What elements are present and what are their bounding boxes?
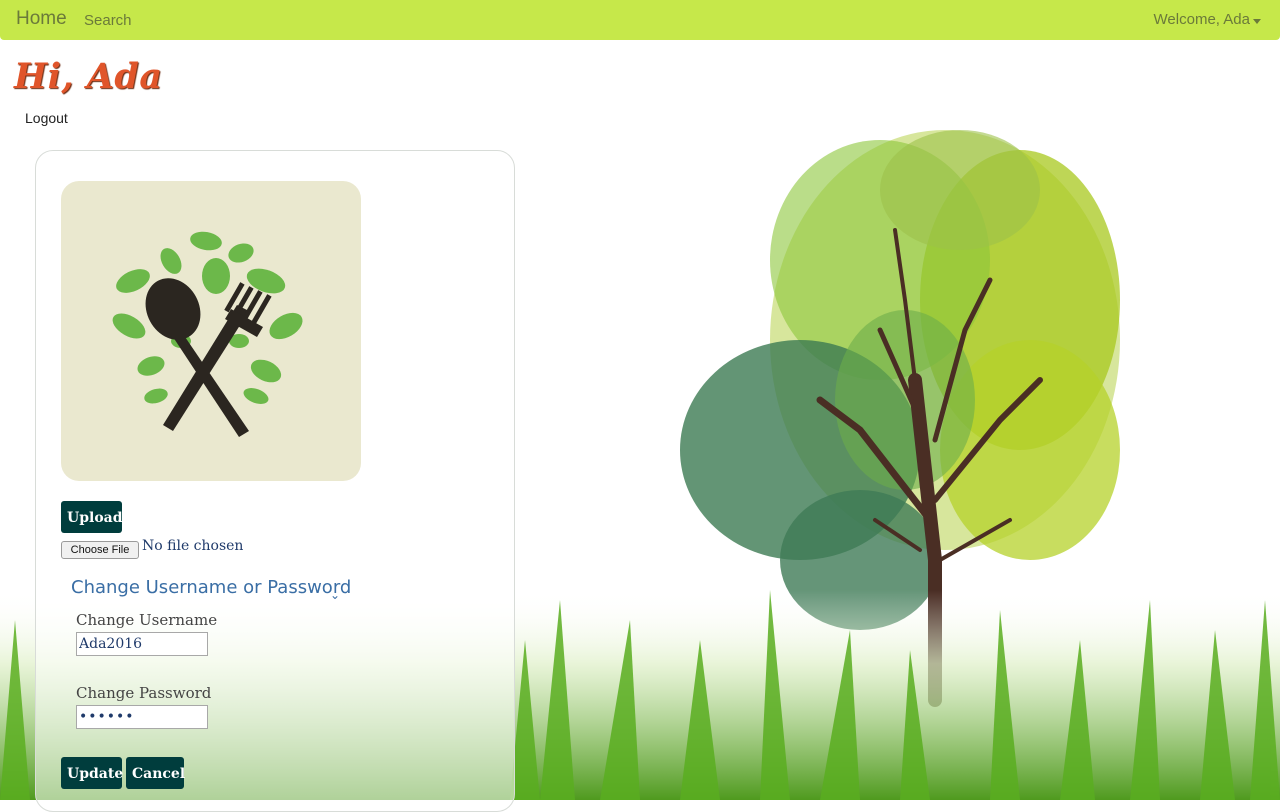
file-status-text: No file chosen bbox=[142, 538, 244, 554]
username-field[interactable] bbox=[76, 632, 208, 656]
update-button[interactable]: Update bbox=[61, 757, 123, 789]
chevron-down-icon[interactable]: ⌄ bbox=[330, 588, 340, 602]
change-credentials-toggle[interactable]: Change Username or Password bbox=[71, 577, 351, 598]
avatar bbox=[61, 181, 361, 481]
cancel-button[interactable]: Cancel bbox=[126, 757, 185, 789]
choose-file-button[interactable]: Choose File bbox=[61, 541, 139, 559]
caret-down-icon[interactable] bbox=[1253, 19, 1261, 24]
profile-card: Upload Choose File No file chosen Change… bbox=[35, 150, 515, 812]
user-menu-toggle[interactable]: Welcome, Ada bbox=[1154, 11, 1250, 28]
username-label: Change Username bbox=[76, 611, 218, 629]
spoon-fork-leaves-icon bbox=[112, 231, 303, 437]
page-greeting: Hi, Ada bbox=[14, 56, 163, 97]
password-label: Change Password bbox=[76, 684, 212, 702]
password-field[interactable] bbox=[76, 705, 208, 729]
logout-link[interactable]: Logout bbox=[25, 110, 68, 126]
top-navbar: Home Search Welcome, Ada bbox=[0, 0, 1280, 40]
upload-button[interactable]: Upload bbox=[61, 501, 123, 533]
nav-search-link[interactable]: Search bbox=[84, 12, 132, 29]
nav-home-link[interactable]: Home bbox=[16, 8, 67, 30]
